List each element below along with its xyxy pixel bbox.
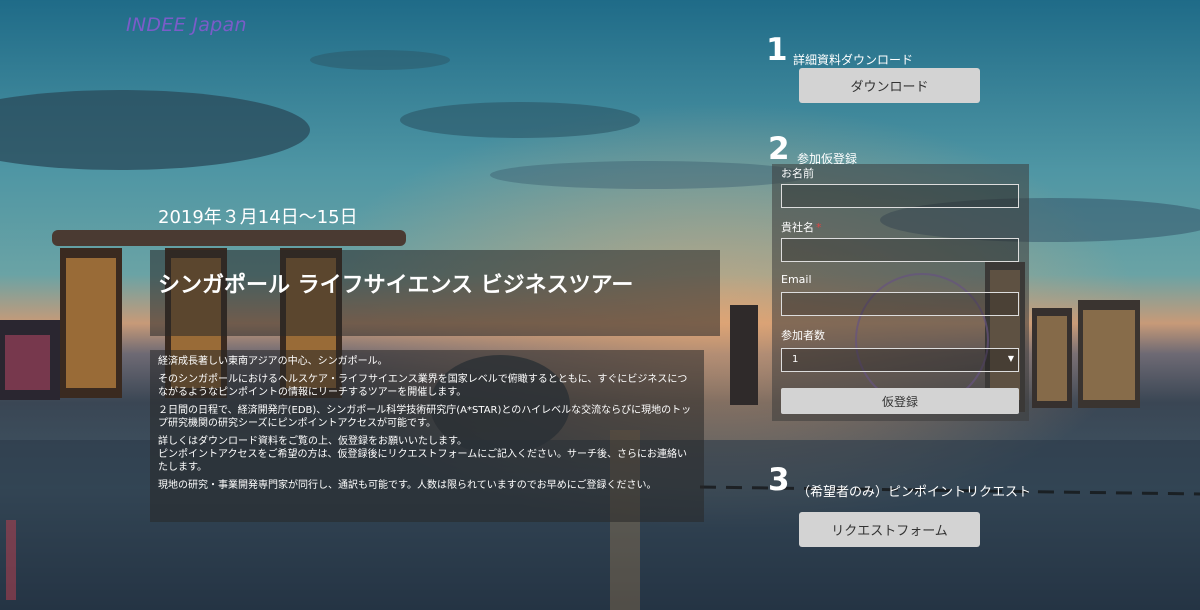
register-button[interactable]: 仮登録 [781, 388, 1019, 414]
name-input[interactable] [781, 184, 1019, 208]
event-date: 2019年３月14日～15日 [158, 207, 358, 228]
participants-label: 参加者数 [781, 329, 825, 342]
description-paragraph: 詳しくはダウンロード資料をご覧の上、仮登録をお願いいたします。 ピンポイントアク… [158, 436, 687, 473]
required-mark: * [816, 221, 822, 234]
company-label: 貴社名 * [781, 219, 822, 235]
description-panel: 経済成長著しい東南アジアの中心、シンガポール。 そのシンガポールにおけるヘルスケ… [150, 350, 704, 522]
chevron-down-icon: ▼ [1007, 354, 1014, 363]
download-button[interactable]: ダウンロード [799, 68, 980, 103]
participants-select[interactable]: 1 ▼ [781, 348, 1019, 372]
step-3-label: （希望者のみ）ピンポイントリクエスト [797, 485, 1032, 500]
company-input[interactable] [781, 238, 1019, 262]
request-form-button[interactable]: リクエストフォーム [799, 512, 980, 547]
registration-form: お名前 貴社名 * Email 参加者数 1 ▼ 仮登録 [772, 164, 1029, 421]
description-paragraph: 現地の研究・事業開発専門家が同行し、通訳も可能です。人数は限られていますのでお早… [158, 480, 657, 491]
name-label: お名前 [781, 167, 814, 180]
step-3-number: 3 [768, 462, 790, 498]
description-paragraph: そのシンガポールにおけるヘルスケア・ライフサイエンス業界を国家レベルで俯瞰すると… [158, 374, 688, 398]
description-paragraph: ２日間の日程で、経済開発庁(EDB)、シンガポール科学技術研究庁(A*STAR)… [158, 405, 692, 429]
brand-logo[interactable]: INDEE Japan [126, 14, 247, 36]
step-2-number: 2 [768, 131, 790, 167]
participants-value: 1 [792, 354, 799, 365]
company-label-text: 貴社名 [781, 221, 814, 234]
description-paragraph: 経済成長著しい東南アジアの中心、シンガポール。 [158, 356, 388, 367]
step-1-label: 詳細資料ダウンロード [793, 53, 914, 67]
page-title: シンガポール ライフサイエンス ビジネスツアー [158, 273, 634, 298]
email-input[interactable] [781, 292, 1019, 316]
step-1-number: 1 [766, 32, 788, 68]
email-label: Email [781, 273, 812, 286]
title-panel: シンガポール ライフサイエンス ビジネスツアー [150, 250, 720, 336]
